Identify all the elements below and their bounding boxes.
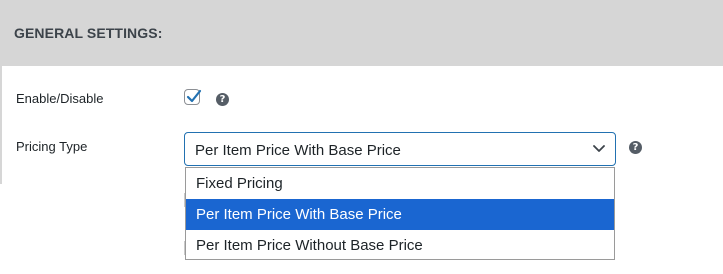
pricing-type-dropdown: Fixed Pricing Per Item Price With Base P… [185, 167, 615, 260]
help-icon-pricing[interactable]: ? [629, 141, 642, 154]
left-border [0, 66, 2, 184]
help-icon-enable[interactable]: ? [216, 93, 229, 106]
enable-checkbox[interactable] [184, 89, 202, 105]
option-fixed-pricing[interactable]: Fixed Pricing [186, 168, 614, 199]
enable-disable-label: Enable/Disable [16, 91, 104, 106]
section-title: GENERAL SETTINGS: [14, 25, 163, 41]
chevron-down-icon [593, 145, 605, 152]
checkmark-icon [186, 89, 202, 103]
settings-header: GENERAL SETTINGS: [0, 0, 723, 66]
option-per-item-without-base[interactable]: Per Item Price Without Base Price [186, 230, 614, 261]
pricing-type-select[interactable]: Per Item Price With Base Price [184, 132, 616, 166]
pricing-type-label: Pricing Type [16, 139, 88, 154]
pricing-type-value: Per Item Price With Base Price [195, 142, 401, 159]
option-per-item-with-base[interactable]: Per Item Price With Base Price [186, 199, 614, 230]
